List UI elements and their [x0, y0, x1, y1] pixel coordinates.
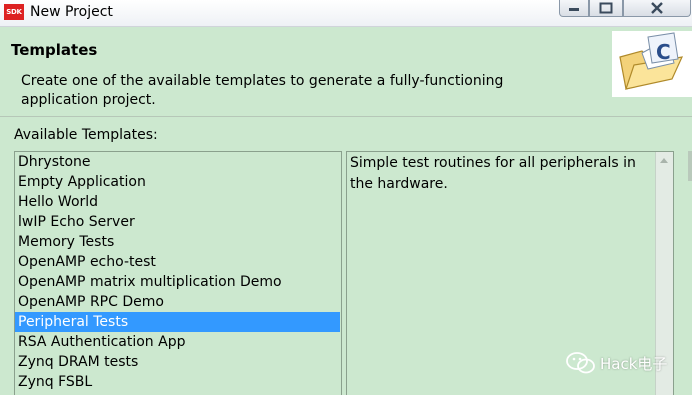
template-item[interactable]: OpenAMP echo-test — [15, 252, 340, 272]
minimize-icon — [569, 8, 579, 11]
template-item[interactable]: Empty Application — [15, 172, 340, 192]
template-item[interactable]: OpenAMP matrix multiplication Demo — [15, 272, 340, 292]
page-description: Create one of the available templates to… — [21, 73, 504, 108]
template-item[interactable]: Hello World — [15, 192, 340, 212]
window-title: New Project — [30, 4, 113, 20]
template-item[interactable]: lwIP Echo Server — [15, 212, 340, 232]
available-templates-label: Available Templates: — [14, 127, 158, 143]
folder-c-icon: C — [612, 31, 692, 97]
wizard-header: Templates Create one of the available te… — [0, 27, 692, 115]
wechat-icon — [566, 352, 595, 374]
maximize-button[interactable] — [589, 0, 623, 17]
maximize-icon — [599, 2, 613, 14]
header-divider — [0, 116, 692, 117]
template-item[interactable]: Zynq FSBL — [15, 372, 340, 392]
template-item[interactable]: Dhrystone — [15, 152, 340, 172]
close-button[interactable] — [623, 0, 691, 17]
template-item[interactable]: Zynq DRAM tests — [15, 352, 340, 372]
title-bar: SDK New Project — [0, 0, 692, 27]
template-item[interactable]: Peripheral Tests — [15, 312, 340, 332]
page-title: Templates — [11, 41, 98, 59]
close-icon — [651, 2, 663, 14]
scroll-up-icon[interactable] — [660, 158, 668, 163]
template-item[interactable]: RSA Authentication App — [15, 332, 340, 352]
template-item[interactable]: OpenAMP RPC Demo — [15, 292, 340, 312]
sdk-app-icon: SDK — [4, 4, 24, 20]
template-description: Simple test routines for all peripherals… — [350, 155, 636, 192]
window-edge — [688, 151, 692, 181]
template-item[interactable]: Memory Tests — [15, 232, 340, 252]
template-list[interactable]: Dhrystone Empty Application Hello World lwI… — [14, 151, 342, 395]
watermark: Hack电子 — [566, 352, 667, 374]
svg-text:C: C — [656, 40, 671, 64]
minimize-button[interactable] — [559, 0, 589, 17]
watermark-text: Hack电子 — [600, 354, 668, 373]
